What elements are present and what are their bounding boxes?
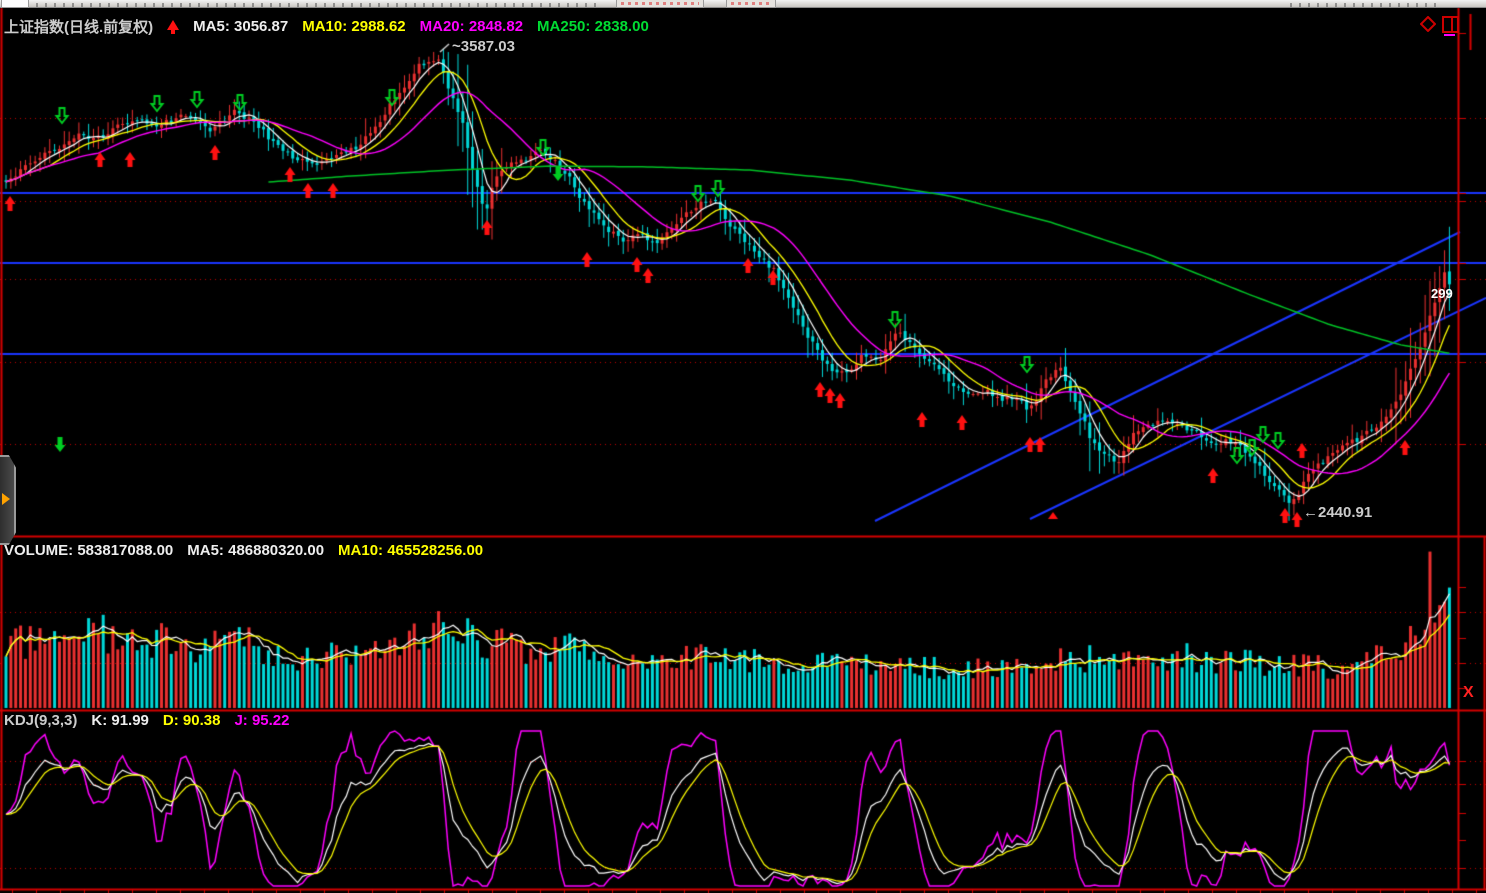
window-split-icon[interactable] xyxy=(1442,16,1460,36)
menubar-items-clipped xyxy=(36,3,596,7)
menubar-icon-button[interactable] xyxy=(1,0,29,8)
chart-canvas[interactable] xyxy=(0,0,1486,893)
minimize-dash-icon xyxy=(1444,34,1455,36)
sidebar-flyout-handle[interactable] xyxy=(0,455,16,545)
chart-corner-controls xyxy=(1420,16,1460,36)
menubar[interactable] xyxy=(0,0,1486,8)
trading-app-window: { "colors":{"up":"#e93030","down":"#00d8… xyxy=(0,0,1486,893)
menubar-right-clipped xyxy=(1290,3,1440,7)
menubar-red-button-2[interactable] xyxy=(726,0,776,8)
diamond-icon[interactable] xyxy=(1420,16,1436,32)
expand-right-icon xyxy=(2,493,10,505)
menubar-red-button-1[interactable] xyxy=(616,0,704,8)
close-indicator-button[interactable]: X xyxy=(1463,684,1474,702)
